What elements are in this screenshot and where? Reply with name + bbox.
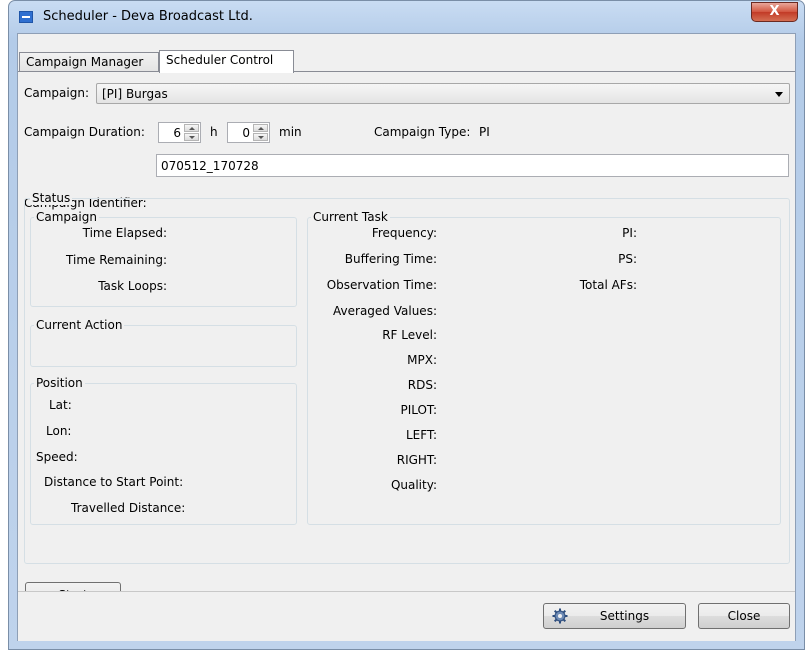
position-title: Position xyxy=(34,376,85,390)
hours-up-icon[interactable] xyxy=(184,124,199,132)
campaign-label: Campaign: xyxy=(24,86,89,100)
settings-button[interactable]: Settings xyxy=(543,603,686,629)
window-icon xyxy=(19,11,33,23)
lat-label: Lat: xyxy=(49,398,72,412)
quality-label: Quality: xyxy=(390,478,437,492)
tab-campaign-manager[interactable]: Campaign Manager xyxy=(19,52,159,72)
speed-label: Speed: xyxy=(36,450,78,464)
frequency-label: Frequency: xyxy=(371,226,437,240)
gear-icon xyxy=(552,608,568,624)
current-action-title: Current Action xyxy=(34,318,125,332)
close-button[interactable]: Close xyxy=(698,603,790,629)
scheduler-window: Scheduler - Deva Broadcast Ltd. X Campai… xyxy=(8,0,805,650)
left-label: LEFT: xyxy=(405,428,437,442)
position-group: Position Lat: Lon: Speed: Distance to St… xyxy=(30,376,297,525)
pilot-label: PILOT: xyxy=(400,403,437,417)
hours-down-icon[interactable] xyxy=(184,133,199,141)
current-task-group: Current Task Frequency: Buffering Time: … xyxy=(307,210,781,525)
total-afs-label: Total AFs: xyxy=(579,278,637,292)
settings-label: Settings xyxy=(599,609,650,623)
travelled-distance-label: Travelled Distance: xyxy=(71,501,186,515)
pi-label: PI: xyxy=(622,226,637,240)
minutes-stepper[interactable]: 0 xyxy=(227,122,270,143)
campaign-duration-label: Campaign Duration: xyxy=(24,125,145,139)
window-title: Scheduler - Deva Broadcast Ltd. xyxy=(43,9,253,24)
status-title: Status xyxy=(30,191,73,205)
window-close-button[interactable]: X xyxy=(751,2,798,22)
campaign-select-value: [PI] Burgas xyxy=(102,87,168,101)
ps-label: PS: xyxy=(618,252,637,266)
campaign-type-label: Campaign Type: xyxy=(374,125,471,139)
campaign-type-value: PI xyxy=(479,125,490,139)
button-bar: Settings Close xyxy=(18,591,795,641)
lon-label: Lon: xyxy=(46,424,72,438)
title-bar[interactable]: Scheduler - Deva Broadcast Ltd. X xyxy=(9,1,804,33)
tab-strip: Campaign Manager Scheduler Control xyxy=(18,50,795,73)
time-elapsed-label: Time Elapsed: xyxy=(82,226,167,240)
rds-label: RDS: xyxy=(407,378,437,392)
right-label: RIGHT: xyxy=(396,453,437,467)
task-loops-label: Task Loops: xyxy=(98,279,167,293)
averaged-values-label: Averaged Values: xyxy=(333,304,437,318)
chevron-down-icon[interactable] xyxy=(775,92,783,97)
minutes-down-icon[interactable] xyxy=(253,133,268,141)
mpx-label: MPX: xyxy=(407,353,437,367)
tab-scheduler-control[interactable]: Scheduler Control xyxy=(159,50,294,73)
current-task-title: Current Task xyxy=(311,210,390,224)
campaign-status-group: Campaign Time Elapsed: Time Remaining: T… xyxy=(30,210,297,307)
hours-stepper[interactable]: 6 xyxy=(158,122,201,143)
status-group: Status Campaign Time Elapsed: Time Remai… xyxy=(24,191,790,564)
campaign-identifier-field[interactable]: 070512_170728 xyxy=(156,154,789,177)
hours-unit: h xyxy=(210,125,218,139)
time-remaining-label: Time Remaining: xyxy=(66,253,167,267)
campaign-identifier-value: 070512_170728 xyxy=(161,159,259,173)
minutes-value: 0 xyxy=(242,126,250,140)
current-action-group: Current Action xyxy=(30,318,297,367)
distance-start-label: Distance to Start Point: xyxy=(44,475,184,489)
client-area: Campaign Manager Scheduler Control Campa… xyxy=(17,33,796,641)
buffering-time-label: Buffering Time: xyxy=(344,252,437,266)
minutes-up-icon[interactable] xyxy=(253,124,268,132)
minutes-unit: min xyxy=(279,125,302,139)
rf-level-label: RF Level: xyxy=(382,328,437,342)
campaign-status-title: Campaign xyxy=(34,210,99,224)
campaign-select[interactable]: [PI] Burgas xyxy=(96,83,790,104)
observation-time-label: Observation Time: xyxy=(326,278,437,292)
hours-value: 6 xyxy=(173,126,181,140)
scheduler-control-pane: Campaign: [PI] Burgas Campaign Duration:… xyxy=(18,71,795,608)
